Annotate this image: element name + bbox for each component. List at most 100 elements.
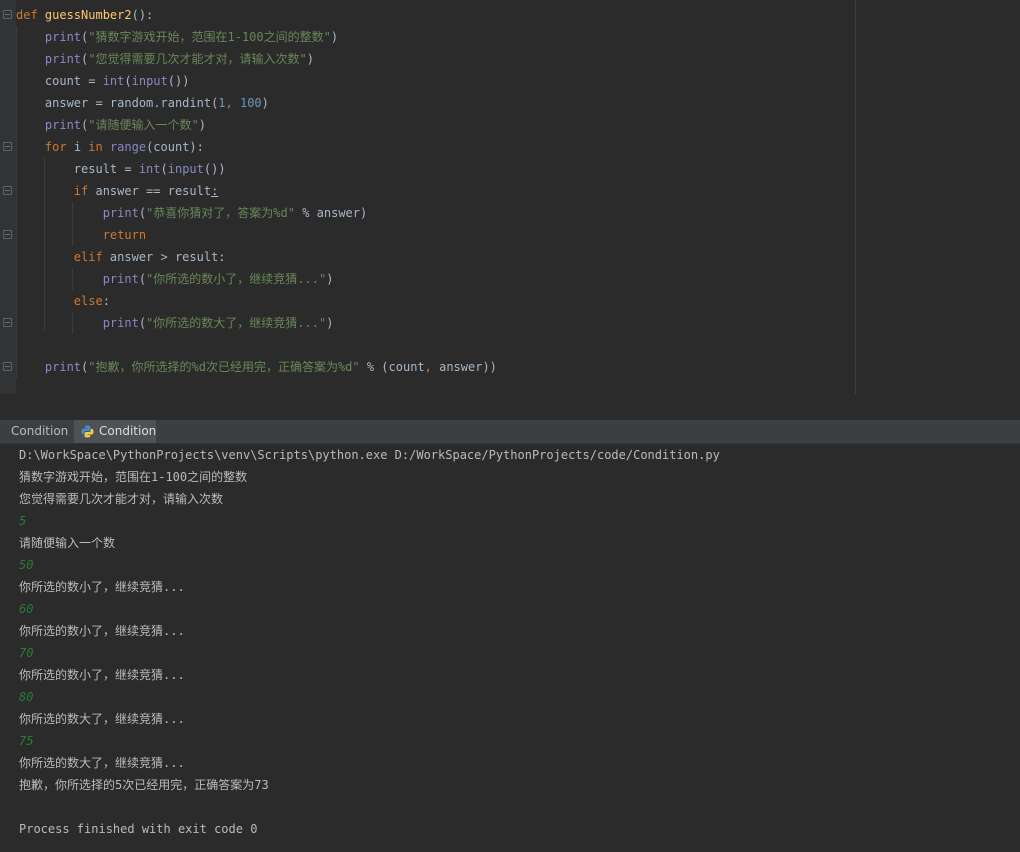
code-token: input: [167, 162, 204, 176]
code-token: (count):: [146, 140, 204, 154]
console-input-line: 5: [19, 514, 27, 528]
code-line: result = int(input()): [16, 158, 497, 180]
console-output-line: 你所选的数小了，继续竞猜...: [19, 624, 185, 638]
fold-marker-icon[interactable]: [3, 362, 12, 371]
code-token: elif: [73, 250, 110, 264]
code-token: ): [330, 30, 339, 44]
code-token: "您觉得需要几次才能才对，请输入次数": [88, 52, 307, 66]
console-input-line: 75: [19, 734, 34, 748]
code-token: range: [109, 140, 147, 154]
code-token: "抱歉，你所选择的%d次已经用完，正确答案为%d": [88, 360, 360, 374]
editor-bottom-area: [0, 394, 1020, 418]
console-input-line: 60: [19, 602, 34, 616]
code-token: "请随便输入一个数": [88, 118, 199, 132]
code-line: elif answer > result:: [16, 246, 497, 268]
code-line: print("你所选的数大了，继续竞猜..."): [16, 312, 497, 334]
console-input-line: 80: [19, 690, 34, 704]
code-token: answer)): [439, 360, 497, 374]
code-token: 100: [239, 96, 262, 110]
code-line: answer = random.randint(1, 100): [16, 92, 497, 114]
code-token: ():: [131, 8, 154, 22]
code-line: return: [16, 224, 497, 246]
code-token: print: [44, 30, 82, 44]
code-token: ()): [203, 162, 226, 176]
right-margin-guide: [855, 0, 856, 394]
code-token: (: [138, 272, 147, 286]
code-token: answer > result:: [109, 250, 226, 264]
editor-gutter: [0, 0, 16, 394]
fold-marker-icon[interactable]: [3, 10, 12, 19]
code-token: ()): [167, 74, 190, 88]
code-token: print: [102, 206, 139, 220]
code-token: else: [73, 294, 103, 308]
code-token: int: [138, 162, 161, 176]
code-token: "你所选的数大了，继续竞猜...": [146, 316, 327, 330]
code-editor[interactable]: def guessNumber2(): print("猜数字游戏开始，范围在1-…: [0, 0, 1020, 394]
code-token: (: [160, 162, 168, 176]
tab-condition-2[interactable]: Condition: [74, 420, 156, 443]
console-output-line: Process finished with exit code 0: [19, 822, 258, 836]
code-token: ): [261, 96, 269, 110]
code-token: return: [102, 228, 147, 242]
code-token: ): [198, 118, 206, 132]
tab-condition-1[interactable]: Condition: [0, 420, 72, 443]
tab-label: Condition: [11, 424, 69, 438]
code-line: print("猜数字游戏开始，范围在1-100之间的整数"): [16, 26, 497, 48]
code-line: for i in range(count):: [16, 136, 497, 158]
fold-marker-icon[interactable]: [3, 230, 12, 239]
console-output-line: D:\WorkSpace\PythonProjects\venv\Scripts…: [19, 448, 720, 462]
code-token: % answer): [294, 206, 368, 220]
code-token: (: [138, 206, 147, 220]
console-input-line: 70: [19, 646, 34, 660]
code-token: (: [124, 74, 132, 88]
fold-marker-icon[interactable]: [3, 318, 12, 327]
code-token: answer = random.randint(: [16, 96, 219, 110]
code-token: count =: [16, 74, 103, 88]
code-line: print("请随便输入一个数"): [16, 114, 497, 136]
code-token: input: [131, 74, 168, 88]
run-console-output[interactable]: D:\WorkSpace\PythonProjects\venv\Scripts…: [0, 444, 1020, 852]
code-token: in: [88, 140, 110, 154]
console-output-line: 请随便输入一个数: [19, 536, 116, 550]
code-token: for: [44, 140, 74, 154]
code-line: print("抱歉，你所选择的%d次已经用完，正确答案为%d" % (count…: [16, 356, 497, 378]
code-token: int: [102, 74, 125, 88]
code-token: ): [326, 272, 334, 286]
code-token: if: [73, 184, 96, 198]
code-lines: def guessNumber2(): print("猜数字游戏开始，范围在1-…: [16, 4, 497, 378]
code-token: ,: [424, 360, 440, 374]
code-token: (: [138, 316, 147, 330]
console-output-line: 您觉得需要几次才能才对，请输入次数: [19, 492, 224, 506]
code-token: print: [44, 118, 82, 132]
console-output-line: 猜数字游戏开始，范围在1-100之间的整数: [19, 470, 248, 484]
fold-marker-icon[interactable]: [3, 142, 12, 151]
code-line: count = int(input()): [16, 70, 497, 92]
code-token: print: [102, 272, 139, 286]
code-line: else:: [16, 290, 497, 312]
console-input-line: 50: [19, 558, 34, 572]
run-tab-bar: Condition Condition: [0, 420, 1020, 444]
code-token: :: [211, 184, 219, 198]
code-line: if answer == result:: [16, 180, 497, 202]
tab-label: Condition: [99, 424, 157, 438]
fold-marker-icon[interactable]: [3, 186, 12, 195]
code-token: i: [73, 140, 89, 154]
code-token: ,: [225, 96, 240, 110]
python-icon: [81, 425, 94, 438]
console-output-line: 你所选的数大了，继续竞猜...: [19, 712, 185, 726]
code-token: print: [44, 360, 82, 374]
code-line: print("你所选的数小了，继续竞猜..."): [16, 268, 497, 290]
console-output-line: 你所选的数小了，继续竞猜...: [19, 580, 185, 594]
console-output-line: 你所选的数大了，继续竞猜...: [19, 756, 185, 770]
code-token: guessNumber2: [44, 8, 132, 22]
